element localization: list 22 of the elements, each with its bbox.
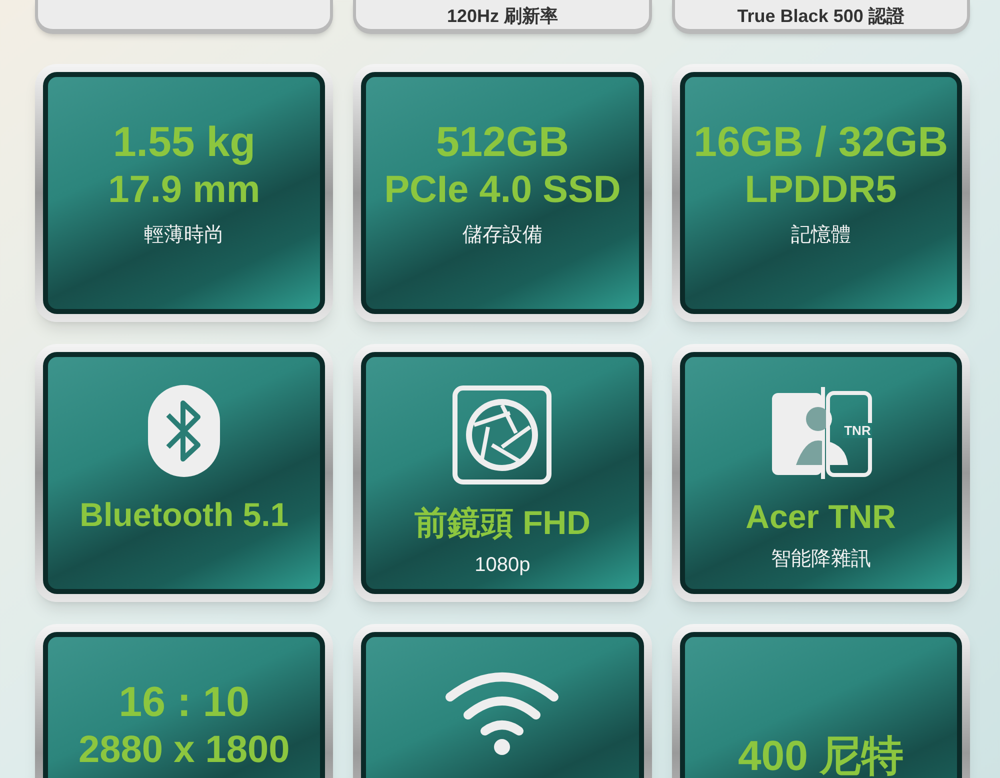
badge-text: TNR [843, 423, 872, 438]
spec-value: 16GB / 32GB [694, 117, 948, 167]
spec-value: 2880 x 1800 [78, 728, 290, 773]
spec-caption: 記憶體 [790, 223, 851, 248]
spec-value: 400 尼特 [738, 731, 904, 778]
spec-value: Bluetooth 5.1 [80, 495, 289, 535]
spec-value: 前鏡頭 FHD [414, 503, 590, 543]
feature-label: True Black 500 認證 [737, 5, 904, 27]
spec-value: Acer TNR [746, 497, 896, 537]
spec-value: PCIe 4.0 SSD [384, 168, 621, 213]
camera-shutter-icon [452, 385, 552, 485]
noise-reduction-icon [772, 387, 872, 479]
feature-label: 120Hz 刷新率 [446, 5, 558, 27]
spec-caption: 1080p [474, 553, 530, 578]
spec-caption: 智能降雜訊 [770, 547, 871, 572]
spec-value: 16 : 10 [118, 677, 250, 727]
spec-caption: 輕薄時尚 [144, 223, 224, 248]
spec-value: 17.9 mm [108, 168, 260, 213]
spec-value: 512GB [436, 117, 570, 167]
spec-value: LPDDR5 [744, 168, 897, 213]
spec-value: 1.55 kg [112, 117, 256, 167]
spec-caption: 儲存設備 [462, 223, 542, 248]
